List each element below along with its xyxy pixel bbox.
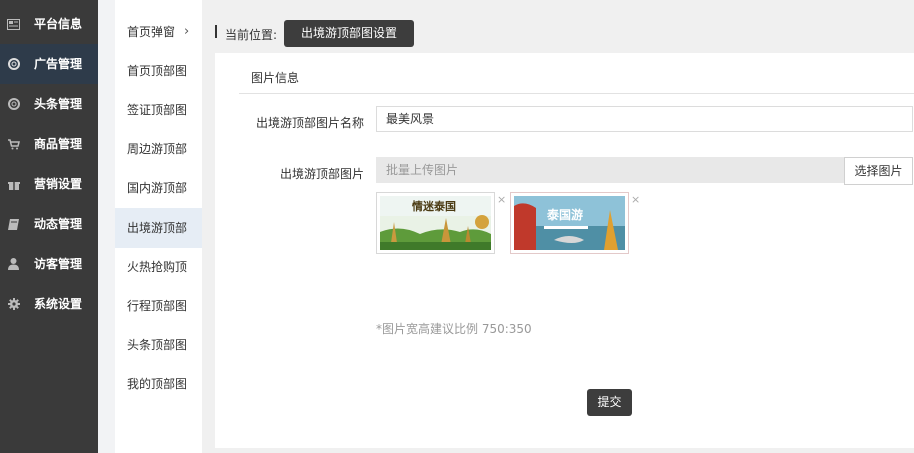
sidebar-item-label: 动态管理 xyxy=(34,217,83,231)
sidebar-item-label: 系统设置 xyxy=(34,297,83,311)
submenu-item-visa-top-image[interactable]: 签证顶部图 xyxy=(115,90,202,130)
breadcrumb-current-page[interactable]: 出境游顶部图设置 xyxy=(284,20,414,47)
lifebuoy-icon xyxy=(7,98,20,110)
sidebar-item-label: 营销设置 xyxy=(34,177,83,191)
sidebar-item-visitor-management[interactable]: 访客管理 xyxy=(0,244,98,284)
submenu-item-flash-sale-top[interactable]: 火热抢购顶 xyxy=(115,247,202,287)
close-icon[interactable]: × xyxy=(631,193,640,206)
user-icon xyxy=(7,258,20,270)
submenu-item-nearby-top[interactable]: 周边游顶部 xyxy=(115,129,202,169)
submenu-item-label: 国内游顶部 xyxy=(127,181,188,195)
image-name-input[interactable]: 最美风景 xyxy=(376,106,913,132)
submenu-item-label: 出境游顶部 xyxy=(127,221,188,235)
submenu-item-home-popup[interactable]: 首页弹窗 › xyxy=(115,12,202,52)
thumbnail-caption: 情迷泰国 xyxy=(412,200,456,213)
sidebar-item-label: 访客管理 xyxy=(34,257,83,271)
image-ratio-hint: *图片宽高建议比例 750:350 xyxy=(376,322,532,336)
submenu-item-label: 签证顶部图 xyxy=(127,103,188,117)
gift-icon xyxy=(7,178,20,190)
form-panel: 图片信息 出境游顶部图片名称 最美风景 出境游顶部图片 批量上传图片 选择图片 … xyxy=(215,53,914,448)
submenu-item-label: 火热抢购顶 xyxy=(127,260,188,274)
gear-icon xyxy=(7,298,20,310)
breadcrumb-label: 当前位置: xyxy=(225,28,278,42)
sidebar-item-label: 广告管理 xyxy=(34,57,83,71)
submenu-item-label: 头条顶部图 xyxy=(127,338,188,352)
submenu-gutter xyxy=(98,0,115,453)
thumbnail-caption: 泰国游 xyxy=(547,208,584,222)
image-name-label: 出境游顶部图片名称 xyxy=(255,116,364,130)
sidebar-item-activity-management[interactable]: 动态管理 xyxy=(0,204,98,244)
submenu-item-home-top-image[interactable]: 首页顶部图 xyxy=(115,51,202,91)
sidebar-item-system-settings[interactable]: 系统设置 xyxy=(0,284,98,324)
cart-icon xyxy=(7,138,20,150)
submenu-item-label: 周边游顶部 xyxy=(127,142,188,156)
newspaper-icon xyxy=(7,18,20,30)
sidebar-item-marketing-settings[interactable]: 营销设置 xyxy=(0,164,98,204)
submenu-item-outbound-top[interactable]: 出境游顶部 xyxy=(115,208,202,248)
submenu-item-label: 首页顶部图 xyxy=(127,64,188,78)
lifebuoy-icon xyxy=(7,58,20,70)
sidebar-item-platform-info[interactable]: 平台信息 xyxy=(0,4,98,44)
submit-button[interactable]: 提交 xyxy=(587,389,632,416)
image-thumbnail[interactable]: 泰国游 xyxy=(510,192,629,254)
content-gutter xyxy=(202,0,215,453)
submenu-item-label: 首页弹窗 xyxy=(127,25,176,39)
batch-upload-field[interactable]: 批量上传图片 xyxy=(376,157,845,183)
section-divider xyxy=(239,93,914,94)
sidebar-item-ad-management[interactable]: 广告管理 xyxy=(0,44,98,84)
submenu-item-domestic-top[interactable]: 国内游顶部 xyxy=(115,168,202,208)
breadcrumb: 当前位置: 出境游顶部图设置 xyxy=(215,20,914,48)
close-icon[interactable]: × xyxy=(497,193,506,206)
choose-image-button[interactable]: 选择图片 xyxy=(844,157,913,185)
section-title: 图片信息 xyxy=(251,71,300,85)
submenu-item-label: 行程顶部图 xyxy=(127,299,188,313)
sidebar-item-product-management[interactable]: 商品管理 xyxy=(0,124,98,164)
submenu-item-label: 我的顶部图 xyxy=(127,377,188,391)
submenu-item-itinerary-top-image[interactable]: 行程顶部图 xyxy=(115,286,202,326)
breadcrumb-marker xyxy=(215,25,217,38)
chevron-right-icon: › xyxy=(184,24,190,39)
submenu-item-my-top-image[interactable]: 我的顶部图 xyxy=(115,364,202,404)
sidebar-item-label: 商品管理 xyxy=(34,137,83,151)
thailand-tour-image: 泰国游 xyxy=(514,196,625,250)
sidebar-item-label: 平台信息 xyxy=(34,17,83,31)
image-upload-label: 出境游顶部图片 xyxy=(279,167,364,181)
sidebar-item-label: 头条管理 xyxy=(34,97,83,111)
submenu-item-headline-top-image[interactable]: 头条顶部图 xyxy=(115,325,202,365)
thailand-banner-image: 情迷泰国 xyxy=(380,196,491,250)
image-thumbnail[interactable]: 情迷泰国 xyxy=(376,192,495,254)
book-icon xyxy=(7,218,20,230)
sidebar-item-headline-management[interactable]: 头条管理 xyxy=(0,84,98,124)
